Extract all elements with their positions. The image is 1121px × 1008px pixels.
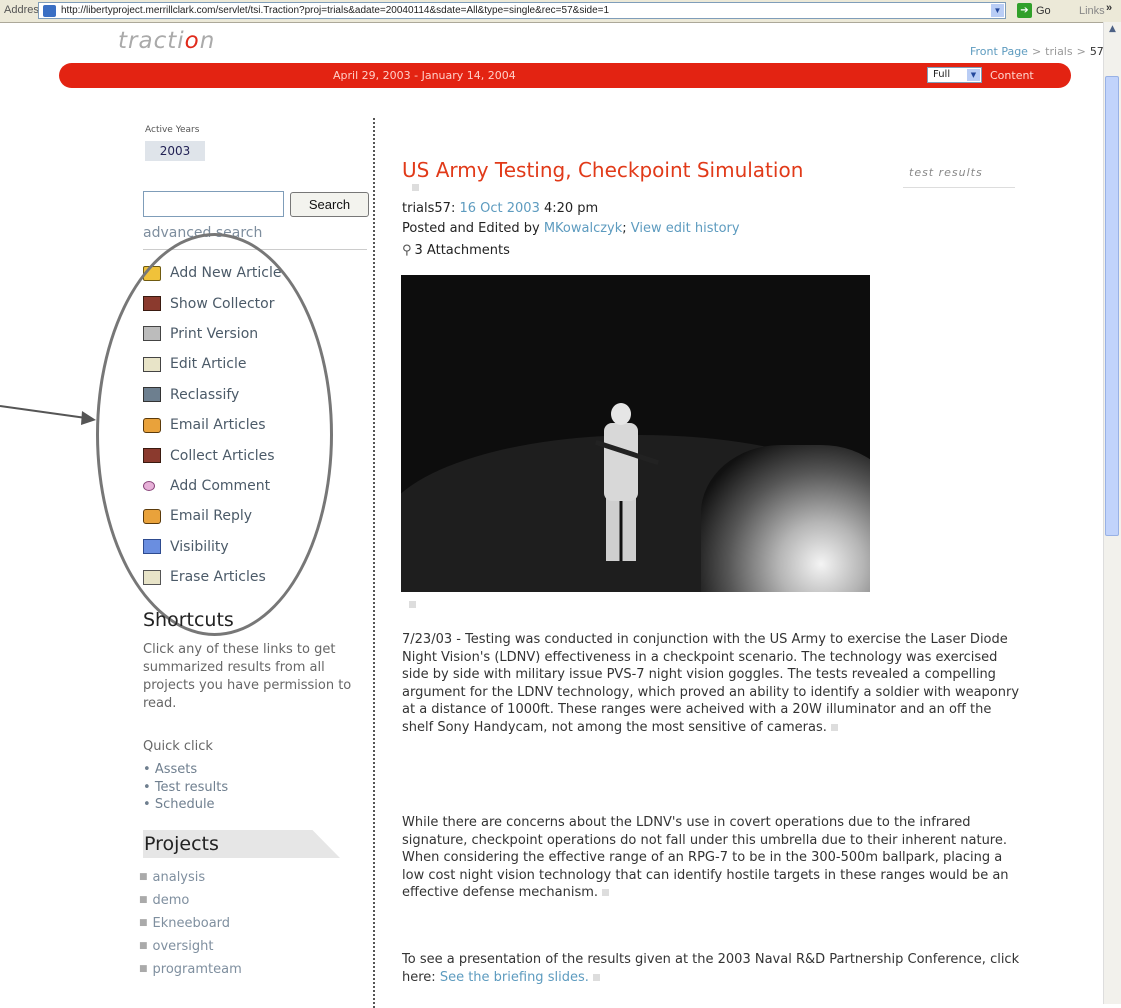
address-bar: Address http://libertyproject.merrillcla… <box>0 0 1121 23</box>
article-paragraph-3: To see a presentation of the results giv… <box>402 952 1020 985</box>
project-link-oversight[interactable]: ■ oversight <box>139 935 242 958</box>
quick-link-schedule[interactable]: • Schedule <box>143 796 228 814</box>
scrollbar-thumb[interactable] <box>1105 76 1119 536</box>
project-link-demo[interactable]: ■ demo <box>139 889 242 912</box>
quick-click-label: Quick click <box>143 739 213 754</box>
url-input[interactable]: http://libertyproject.merrillclark.com/s… <box>38 2 1006 19</box>
breadcrumb-current: 57 <box>1089 45 1104 58</box>
quick-link-assets[interactable]: • Assets <box>143 761 228 779</box>
project-link-analysis[interactable]: ■ analysis <box>139 866 242 889</box>
scroll-up-icon[interactable]: ▲ <box>1104 24 1121 40</box>
author-link[interactable]: MKowalczyk <box>544 221 622 236</box>
paragraph-permalink-icon[interactable] <box>592 973 600 981</box>
search-button[interactable]: Search <box>290 192 369 217</box>
content-link[interactable]: Content <box>990 69 1034 82</box>
edit-history-link[interactable]: View edit history <box>631 221 740 236</box>
chevron-down-icon[interactable]: ▼ <box>967 69 980 81</box>
permalink-icon[interactable] <box>412 184 419 191</box>
article-paragraph-2: While there are concerns about the LDNV'… <box>402 815 1009 901</box>
breadcrumb-trials[interactable]: trials <box>1045 45 1072 58</box>
project-link-programteam[interactable]: ■ programteam <box>139 958 242 981</box>
shortcuts-description: Click any of these links to get summariz… <box>143 642 352 711</box>
url-text: http://libertyproject.merrillclark.com/s… <box>61 5 610 16</box>
quick-link-test-results[interactable]: • Test results <box>143 779 228 797</box>
briefing-slides-link[interactable]: See the briefing slides. <box>440 970 589 985</box>
callout-arrow <box>0 405 96 425</box>
column-divider <box>373 118 375 1008</box>
toolbar-overflow-button[interactable]: » <box>1106 2 1112 14</box>
view-mode-select[interactable]: Full ▼ <box>927 67 982 83</box>
paragraph-permalink-icon[interactable] <box>602 889 610 897</box>
search-input[interactable] <box>143 191 284 217</box>
date-range: April 29, 2003 - January 14, 2004 <box>333 69 516 82</box>
tag-underline <box>903 187 1015 188</box>
article-date-link[interactable]: 16 Oct 2003 <box>459 201 539 216</box>
attachments-line[interactable]: ⚲ 3 Attachments <box>402 243 510 258</box>
paragraph-permalink-icon[interactable] <box>830 723 838 731</box>
go-arrow-icon[interactable]: ➔ <box>1017 3 1032 18</box>
vertical-scrollbar[interactable]: ▲ <box>1103 22 1121 1004</box>
image-permalink-icon[interactable] <box>409 601 416 608</box>
project-link-ekneeboard[interactable]: ■ Ekneeboard <box>139 912 242 935</box>
posted-by-line: Posted and Edited by MKowalczyk; View ed… <box>402 221 740 236</box>
projects-heading: Projects <box>144 833 219 855</box>
projects-list: ■ analysis ■ demo ■ Ekneeboard ■ oversight ■… <box>139 866 242 981</box>
year-2003-link[interactable]: 2003 <box>145 141 205 161</box>
article-paragraph-1: 7/23/03 - Testing was conducted in conju… <box>402 632 1020 735</box>
chevron-down-icon[interactable]: ▼ <box>991 4 1004 17</box>
article-title: US Army Testing, Checkpoint Simulation <box>402 158 804 182</box>
breadcrumb-front-page[interactable]: Front Page <box>970 45 1028 58</box>
breadcrumb: Front Page > trials >57 <box>970 45 1104 58</box>
links-button[interactable]: Links <box>1079 5 1105 17</box>
quick-links-list: • Assets • Test results • Schedule <box>143 761 228 814</box>
shortcuts-heading: Shortcuts <box>143 609 234 631</box>
night-vision-photo <box>401 275 870 592</box>
test-results-tag[interactable]: test results <box>909 166 983 179</box>
active-years-label: Active Years <box>145 125 200 135</box>
date-band: April 29, 2003 - January 14, 2004 Full ▼… <box>59 63 1071 88</box>
article-id-line: trials57: 16 Oct 2003 4:20 pm <box>402 201 599 216</box>
paperclip-icon: ⚲ <box>402 243 412 258</box>
go-button[interactable]: Go <box>1036 5 1051 17</box>
